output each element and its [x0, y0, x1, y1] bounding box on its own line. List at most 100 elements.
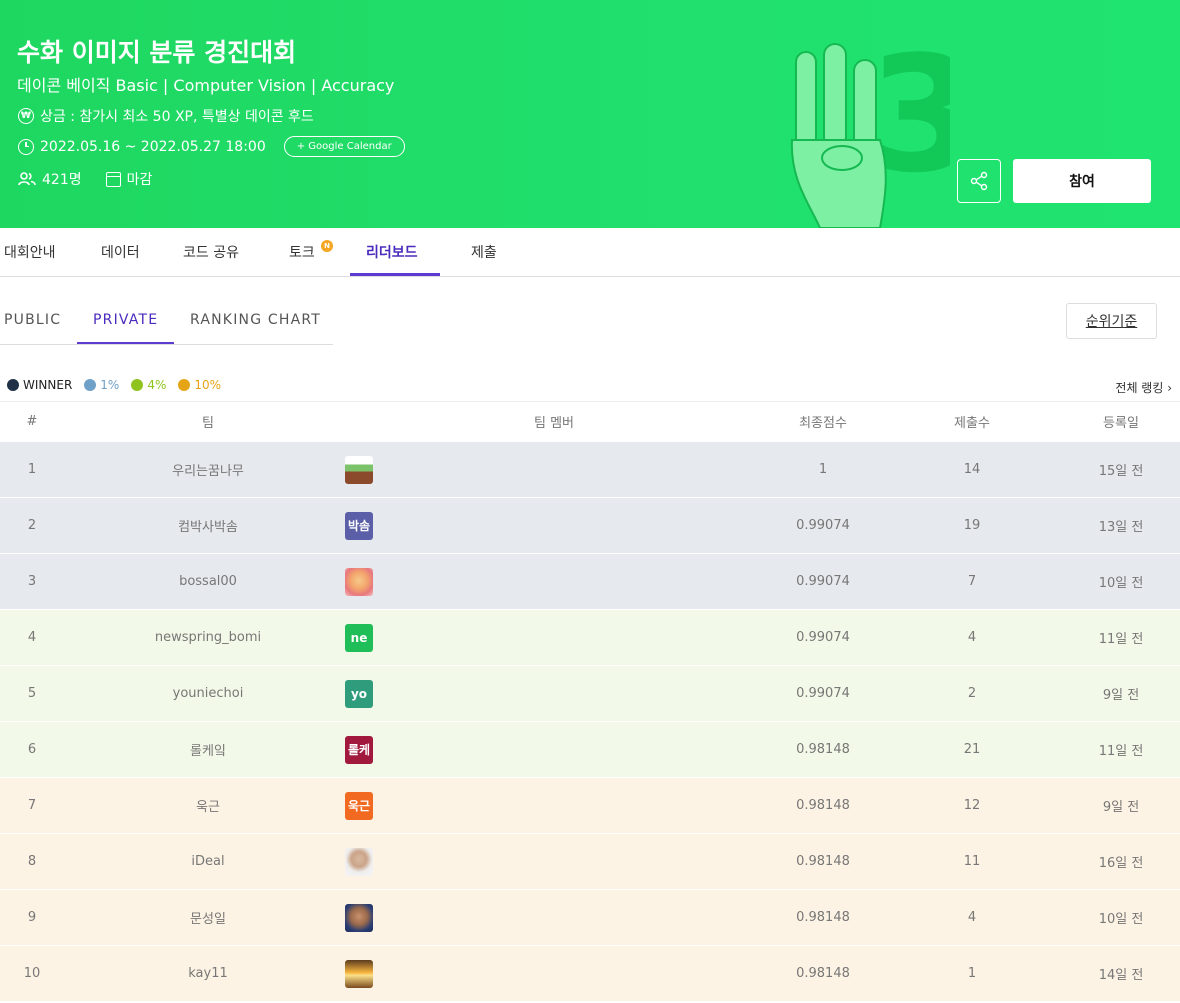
member-avatar[interactable]	[345, 847, 373, 876]
team-name[interactable]: bossal00	[108, 574, 308, 589]
table-row[interactable]: 1 우리는꿈나무 1 14 15일 전	[0, 441, 1180, 497]
team-name[interactable]: youniechoi	[108, 686, 308, 701]
active-subtab-indicator	[77, 342, 174, 344]
subtab-ranking-chart[interactable]: RANKING CHART	[190, 312, 321, 328]
header-score: 최종점수	[799, 416, 847, 431]
legend-10pct: 10%	[178, 378, 221, 392]
score-cell: 0.98148	[796, 798, 850, 813]
submissions-cell: 14	[963, 462, 981, 477]
date-cell: 13일 전	[1098, 520, 1144, 535]
score-cell: 0.99074	[796, 518, 850, 533]
tab-data[interactable]: 데이터	[101, 242, 140, 262]
table-row[interactable]: 5 youniechoi yo 0.99074 2 9일 전	[0, 665, 1180, 721]
calendar-icon	[105, 171, 121, 187]
google-calendar-button[interactable]: + Google Calendar	[283, 136, 405, 157]
header-team: 팀	[202, 416, 214, 431]
three-fingers-illustration: 3	[790, 30, 950, 228]
table-row[interactable]: 7 욱근 욱근 0.98148 12 9일 전	[0, 777, 1180, 833]
tab-leaderboard[interactable]: 리더보드	[366, 242, 418, 262]
tier-legend: WINNER 1% 4% 10%	[7, 378, 221, 392]
join-button[interactable]: 참여	[1013, 159, 1151, 203]
team-name[interactable]: 컴박사박솜	[108, 516, 308, 535]
legend-dot	[84, 379, 97, 391]
ranking-criteria-button[interactable]: 순위기준	[1066, 303, 1157, 339]
team-name[interactable]: iDeal	[108, 854, 308, 869]
score-cell: 0.99074	[796, 686, 850, 701]
rank-cell: 3	[27, 574, 37, 589]
date-cell: 9일 전	[1102, 800, 1140, 815]
table-row[interactable]: 10 kay11 0.98148 1 14일 전	[0, 945, 1180, 1001]
legend-4pct: 4%	[131, 378, 166, 392]
table-header: # 팀 팀 멤버 최종점수 제출수 등록일	[0, 401, 1180, 441]
legend-label: WINNER	[23, 378, 73, 392]
team-name[interactable]: newspring_bomi	[108, 630, 308, 645]
score-cell: 0.98148	[796, 910, 850, 925]
legend-dot	[178, 379, 191, 391]
submissions-cell: 1	[967, 966, 977, 981]
table-row[interactable]: 8 iDeal 0.98148 11 16일 전	[0, 833, 1180, 889]
clock-icon	[18, 138, 34, 155]
share-icon	[970, 171, 988, 191]
rank-cell: 8	[27, 854, 37, 869]
tab-talk[interactable]: 토크	[289, 242, 315, 262]
member-avatar[interactable]: yo	[345, 679, 373, 708]
team-name[interactable]: 문성일	[108, 908, 308, 927]
submissions-cell: 4	[967, 910, 977, 925]
table-row[interactable]: 2 컴박사박솜 박솜 0.99074 19 13일 전	[0, 497, 1180, 553]
rank-cell: 6	[27, 742, 37, 757]
submissions-cell: 2	[967, 686, 977, 701]
legend-label: 4%	[147, 378, 167, 392]
member-avatar[interactable]	[345, 567, 373, 596]
prize-info: ₩ 상금 : 참가시 최소 50 XP, 특별상 데이콘 후드	[18, 106, 314, 126]
score-cell: 0.99074	[796, 630, 850, 645]
member-avatar[interactable]	[345, 903, 373, 932]
score-cell: 0.98148	[796, 742, 850, 757]
score-cell: 0.98148	[796, 854, 850, 869]
tab-overview[interactable]: 대회안내	[4, 242, 56, 262]
member-avatar[interactable]	[345, 959, 373, 988]
subtab-public[interactable]: PUBLIC	[4, 312, 61, 328]
participant-count: 421명	[42, 172, 82, 188]
score-cell: 0.99074	[796, 574, 850, 589]
rank-cell: 5	[27, 686, 37, 701]
competition-hero: 수화 이미지 분류 경진대회 데이콘 베이직 Basic | Computer …	[0, 0, 1180, 228]
table-row[interactable]: 4 newspring_bomi ne 0.99074 4 11일 전	[0, 609, 1180, 665]
subtab-private[interactable]: PRIVATE	[93, 312, 158, 328]
team-name[interactable]: kay11	[108, 966, 308, 981]
score-cell: 1	[818, 462, 828, 477]
leaderboard-table: # 팀 팀 멤버 최종점수 제출수 등록일 1 우리는꿈나무 1 14 15일 전 2 컴박…	[0, 401, 1180, 1001]
header-rank: #	[26, 414, 38, 429]
member-avatar[interactable]: 롤케	[345, 735, 373, 764]
member-avatar[interactable]: ne	[345, 623, 373, 652]
tab-code-share[interactable]: 코드 공유	[183, 242, 239, 262]
tab-submit[interactable]: 제출	[471, 242, 497, 262]
score-cell: 0.98148	[796, 966, 850, 981]
table-row[interactable]: 6 롤케잌 롤케 0.98148 21 11일 전	[0, 721, 1180, 777]
legend-label: 1%	[100, 378, 120, 392]
table-row[interactable]: 3 bossal00 0.99074 7 10일 전	[0, 553, 1180, 609]
member-avatar[interactable]	[345, 455, 373, 484]
leaderboard-subtabs: PUBLIC PRIVATE RANKING CHART	[0, 300, 333, 345]
header-submissions: 제출수	[954, 416, 990, 431]
prize-text: 상금 : 참가시 최소 50 XP, 특별상 데이콘 후드	[40, 109, 314, 125]
member-avatar[interactable]: 욱근	[345, 791, 373, 820]
date-cell: 10일 전	[1098, 912, 1144, 927]
date-cell: 15일 전	[1098, 464, 1144, 479]
submissions-cell: 19	[963, 518, 981, 533]
active-tab-indicator	[350, 273, 440, 276]
team-name[interactable]: 욱근	[108, 796, 308, 815]
submissions-cell: 11	[963, 854, 981, 869]
full-ranking-link[interactable]: 전체 랭킹 ›	[1115, 379, 1172, 396]
people-icon	[18, 172, 36, 186]
team-name[interactable]: 롤케잌	[108, 740, 308, 759]
table-row[interactable]: 9 문성일 0.98148 4 10일 전	[0, 889, 1180, 945]
member-avatar[interactable]: 박솜	[345, 511, 373, 540]
competition-title: 수화 이미지 분류 경진대회	[17, 38, 297, 67]
team-name[interactable]: 우리는꿈나무	[108, 460, 308, 479]
rank-cell: 2	[27, 518, 37, 533]
rank-cell: 10	[23, 966, 41, 981]
legend-1pct: 1%	[84, 378, 119, 392]
share-button[interactable]	[957, 159, 1001, 203]
rank-cell: 9	[27, 910, 37, 925]
rank-cell: 7	[27, 798, 37, 813]
